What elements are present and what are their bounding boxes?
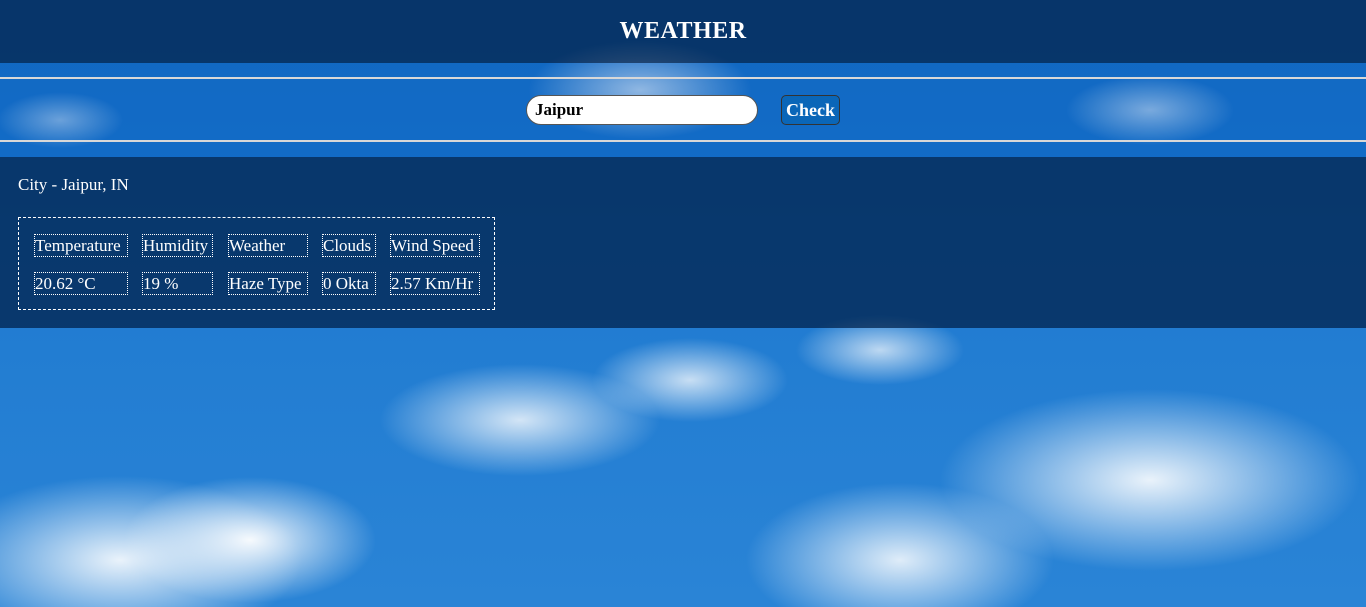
divider-bottom	[0, 140, 1366, 142]
divider-top	[0, 77, 1366, 79]
app-header: WEATHER	[0, 0, 1366, 63]
header-weather: Weather	[228, 234, 308, 257]
value-humidity: 19 %	[142, 272, 213, 295]
value-wind-speed: 2.57 Km/Hr	[390, 272, 480, 295]
value-clouds: 0 Okta	[322, 272, 376, 295]
header-humidity: Humidity	[142, 234, 213, 257]
check-button[interactable]: Check	[781, 95, 840, 125]
header-wind-speed: Wind Speed	[390, 234, 480, 257]
value-weather: Haze Type	[228, 272, 308, 295]
page-title: WEATHER	[619, 18, 747, 44]
city-label: City - Jaipur, IN	[18, 175, 129, 194]
weather-results: City - Jaipur, IN Temperature Humidity W…	[0, 157, 1366, 328]
value-temperature: 20.62 °C	[34, 272, 128, 295]
city-search-input[interactable]	[526, 95, 758, 125]
search-bar: Check	[0, 63, 1366, 157]
header-temperature: Temperature	[34, 234, 128, 257]
weather-table: Temperature Humidity Weather Clouds Wind…	[18, 217, 495, 310]
header-clouds: Clouds	[322, 234, 376, 257]
